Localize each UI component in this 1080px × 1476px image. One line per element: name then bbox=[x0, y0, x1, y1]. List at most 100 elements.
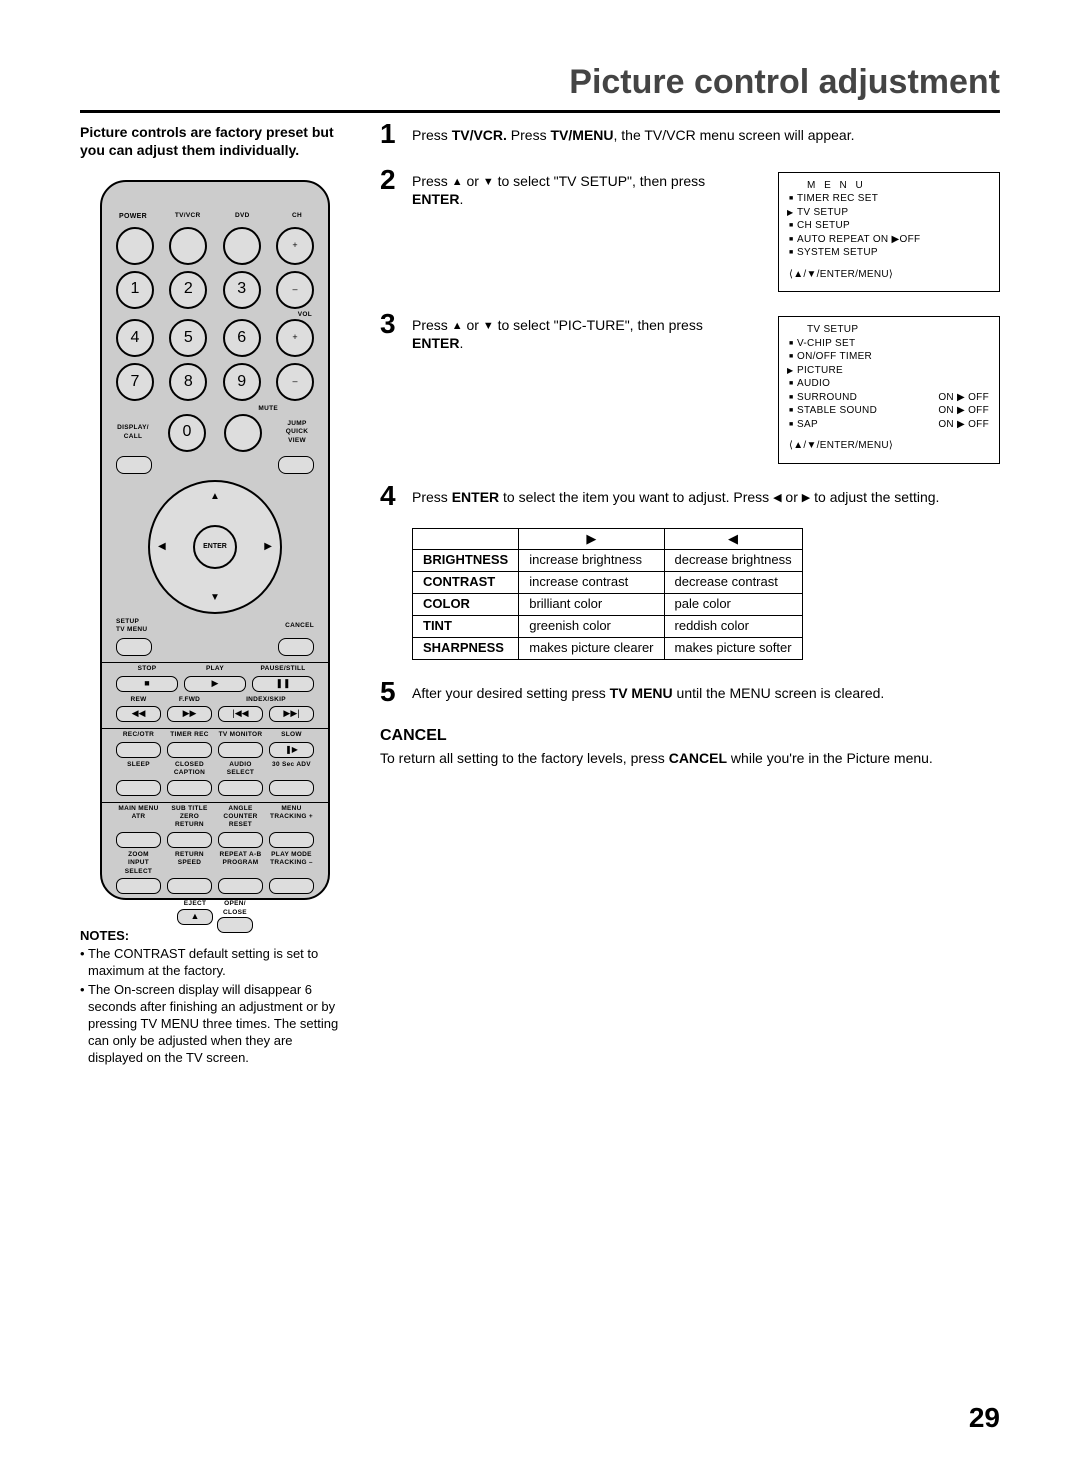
arrow-down-icon: ▼ bbox=[210, 591, 220, 604]
r4-2-button[interactable] bbox=[218, 832, 263, 848]
intro-text: Picture controls are factory preset but … bbox=[80, 123, 340, 159]
num-1-button[interactable]: 1 bbox=[116, 271, 154, 309]
step-1-text: Press TV/VCR. Press TV/MENU, the TV/VCR … bbox=[412, 120, 1000, 144]
osd-item-selected: PICTURE bbox=[797, 364, 989, 378]
timerrec-button[interactable] bbox=[167, 742, 212, 758]
num-5-button[interactable]: 5 bbox=[169, 319, 207, 357]
cc-button[interactable] bbox=[167, 780, 212, 796]
table-cell: increase contrast bbox=[519, 572, 664, 594]
ch-down-button[interactable]: – bbox=[276, 271, 314, 309]
stop-button[interactable]: ■ bbox=[116, 676, 178, 692]
num-9-button[interactable]: 9 bbox=[223, 363, 261, 401]
r5-2-button[interactable] bbox=[218, 878, 263, 894]
notes-list: The CONTRAST default setting is set to m… bbox=[80, 946, 350, 1066]
label-tvvcr: TV/VCR bbox=[171, 212, 205, 220]
osd-item: SYSTEM SETUP bbox=[797, 246, 989, 260]
setup-button[interactable] bbox=[116, 638, 152, 656]
label-rec: REC/OTR bbox=[116, 731, 161, 739]
label-index: INDEX/SKIP bbox=[218, 696, 314, 704]
r5-0-button[interactable] bbox=[116, 878, 161, 894]
label-audio: AUDIO SELECT bbox=[218, 761, 263, 778]
arrow-up-icon: ▲ bbox=[210, 490, 220, 503]
num-2-button[interactable]: 2 bbox=[169, 271, 207, 309]
step-number: 4 bbox=[380, 482, 402, 510]
r4-1-button[interactable] bbox=[167, 832, 212, 848]
label-r4-0: MAIN MENU ATR bbox=[116, 805, 161, 830]
osd-item: SAPON ▶ OFF bbox=[797, 418, 989, 432]
step-5-text: After your desired setting press TV MENU… bbox=[412, 678, 1000, 702]
osd-item: V-CHIP SET bbox=[797, 337, 989, 351]
arrow-right-icon: ▶ bbox=[264, 540, 272, 553]
num-8-button[interactable]: 8 bbox=[169, 363, 207, 401]
page-title: Picture control adjustment bbox=[80, 60, 1000, 113]
table-cell: greenish color bbox=[519, 616, 664, 638]
num-6-button[interactable]: 6 bbox=[223, 319, 261, 357]
skip-fwd-button[interactable]: ▶▶| bbox=[269, 706, 314, 722]
label-r5-0: ZOOM INPUT SELECT bbox=[116, 851, 161, 876]
step-4-text: Press ENTER to select the item you want … bbox=[412, 482, 1000, 506]
osd-item: SURROUNDON ▶ OFF bbox=[797, 391, 989, 405]
label-r4-2: ANGLE COUNTER RESET bbox=[218, 805, 263, 830]
table-cell: increase brightness bbox=[519, 550, 664, 572]
osd-item: ON/OFF TIMER bbox=[797, 350, 989, 364]
label-ffwd: F.FWD bbox=[167, 696, 212, 704]
adv30-button[interactable] bbox=[269, 780, 314, 796]
pause-button[interactable]: ❚❚ bbox=[252, 676, 314, 692]
num-4-button[interactable]: 4 bbox=[116, 319, 154, 357]
note-item: The CONTRAST default setting is set to m… bbox=[80, 946, 350, 980]
page-number: 29 bbox=[969, 1400, 1000, 1436]
label-eject: EJECT bbox=[177, 900, 213, 908]
jump-button[interactable] bbox=[278, 456, 314, 474]
tvvcr-button[interactable] bbox=[169, 227, 207, 265]
osd-menu: M E N U TIMER REC SET TV SETUP CH SETUP … bbox=[778, 172, 1000, 293]
table-cell: reddish color bbox=[664, 616, 802, 638]
r4-3-button[interactable] bbox=[269, 832, 314, 848]
label-dvd: DVD bbox=[225, 212, 259, 220]
enter-button[interactable]: ENTER bbox=[193, 525, 237, 569]
arrow-left-icon: ◀ bbox=[158, 540, 166, 553]
play-button[interactable]: ▶ bbox=[184, 676, 246, 692]
osd-item-selected: TV SETUP bbox=[797, 206, 989, 220]
cancel-button[interactable] bbox=[278, 638, 314, 656]
col-left: ◀ bbox=[664, 528, 802, 550]
num-3-button[interactable]: 3 bbox=[223, 271, 261, 309]
mute-button[interactable] bbox=[224, 414, 262, 452]
rec-button[interactable] bbox=[116, 742, 161, 758]
vol-up-button[interactable]: + bbox=[276, 319, 314, 357]
dpad[interactable]: ▲ ▼ ◀ ▶ ENTER bbox=[148, 480, 282, 614]
display-button[interactable] bbox=[116, 456, 152, 474]
step-number: 2 bbox=[380, 166, 402, 194]
label-play: PLAY bbox=[184, 665, 246, 673]
eject-button[interactable]: ▲ bbox=[177, 909, 213, 925]
r4-0-button[interactable] bbox=[116, 832, 161, 848]
remote-illustration: POWER TV/VCR DVD CH + 1 2 3 – VOL 4 5 bbox=[100, 180, 330, 900]
osd-item: CH SETUP bbox=[797, 219, 989, 233]
num-7-button[interactable]: 7 bbox=[116, 363, 154, 401]
audio-button[interactable] bbox=[218, 780, 263, 796]
label-open: OPEN/ CLOSE bbox=[217, 900, 253, 917]
r5-1-button[interactable] bbox=[167, 878, 212, 894]
sleep-button[interactable] bbox=[116, 780, 161, 796]
label-r5-3: PLAY MODE TRACKING – bbox=[269, 851, 314, 876]
adjustment-table: ▶ ◀ BRIGHTNESSincrease brightnessdecreas… bbox=[412, 528, 803, 660]
skip-back-button[interactable]: |◀◀ bbox=[218, 706, 263, 722]
label-mute: MUTE bbox=[116, 405, 278, 413]
num-0-button[interactable]: 0 bbox=[168, 414, 206, 452]
label-30sec: 30 Sec ADV bbox=[269, 761, 314, 778]
table-cell: pale color bbox=[664, 594, 802, 616]
open-button[interactable] bbox=[217, 917, 253, 933]
tvmonitor-button[interactable] bbox=[218, 742, 263, 758]
ffwd-button[interactable]: ▶▶ bbox=[167, 706, 212, 722]
vol-down-button[interactable]: – bbox=[276, 363, 314, 401]
r5-3-button[interactable] bbox=[269, 878, 314, 894]
osd-footer: ⟨▲/▼/ENTER/MENU⟩ bbox=[789, 439, 989, 453]
power-button[interactable] bbox=[116, 227, 154, 265]
rew-button[interactable]: ◀◀ bbox=[116, 706, 161, 722]
label-cancel: CANCEL bbox=[274, 622, 314, 630]
osd-item: TIMER REC SET bbox=[797, 192, 989, 206]
slow-button[interactable]: ❚▶ bbox=[269, 742, 314, 758]
row-head: CONTRAST bbox=[413, 572, 519, 594]
cancel-heading: CANCEL bbox=[380, 726, 1000, 747]
ch-up-button[interactable]: + bbox=[276, 227, 314, 265]
dvd-button[interactable] bbox=[223, 227, 261, 265]
